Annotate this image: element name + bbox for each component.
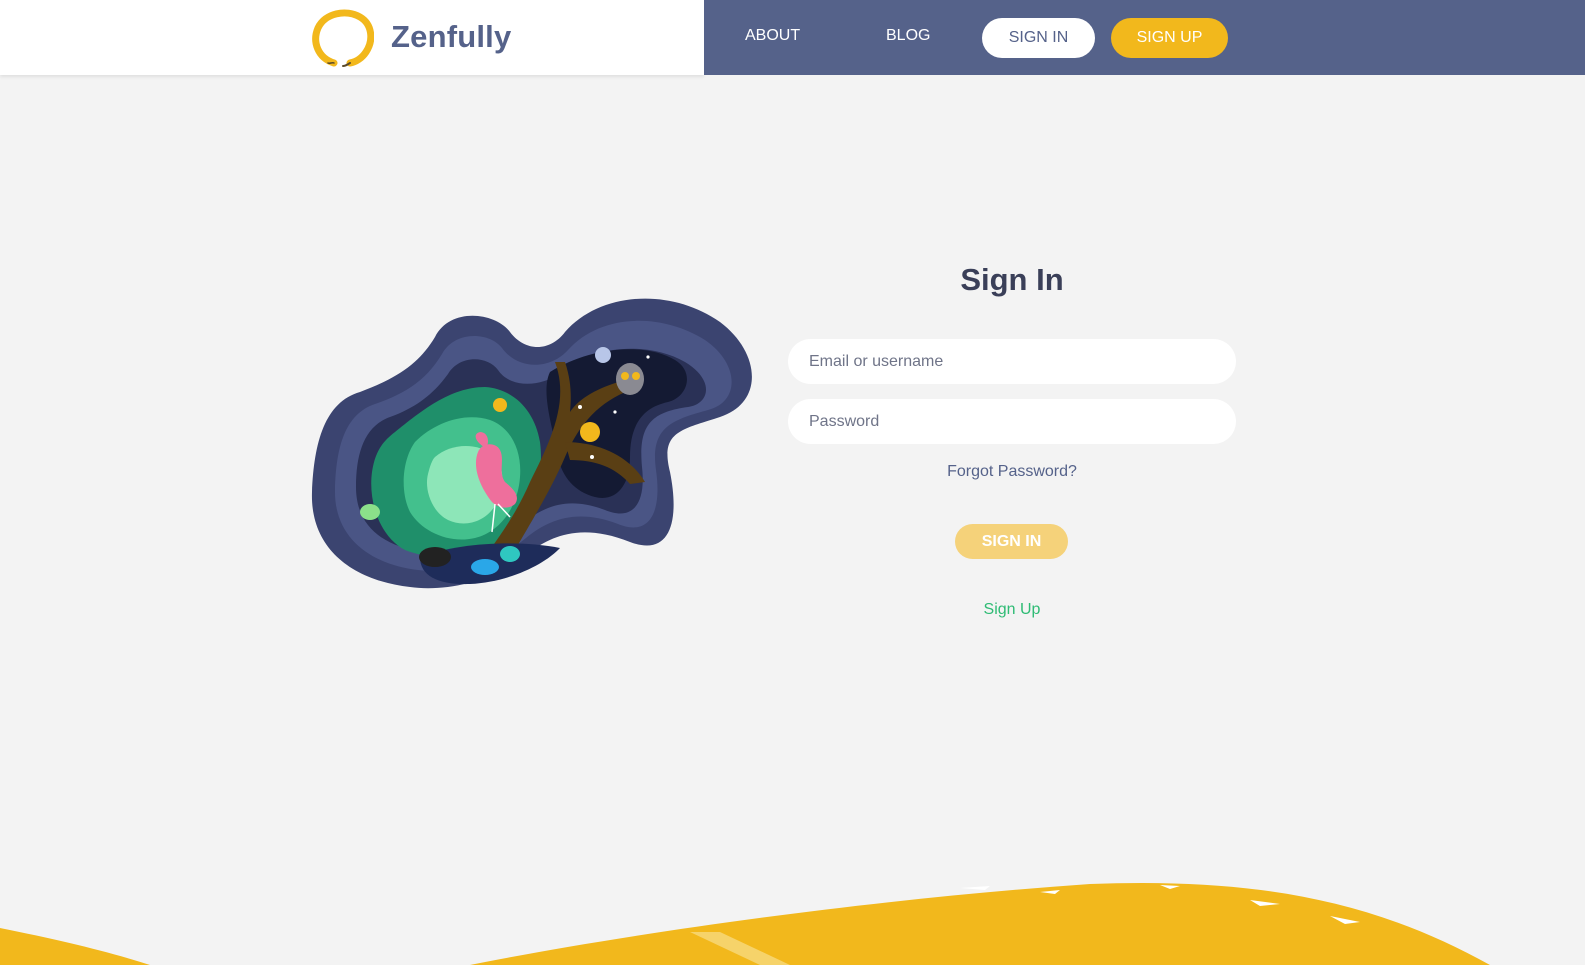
nav-sign-up-button[interactable]: SIGN UP bbox=[1111, 18, 1228, 58]
papercut-forest-illustration bbox=[311, 298, 752, 589]
sign-up-link[interactable]: Sign Up bbox=[790, 601, 1234, 619]
brand[interactable]: Zenfully bbox=[310, 6, 511, 68]
top-navbar: Zenfully ABOUT BLOG SIGN IN SIGN UP bbox=[0, 0, 1585, 75]
sign-in-title: Sign In bbox=[960, 262, 1064, 297]
yellow-brush-wave bbox=[0, 882, 1490, 965]
forgot-password-link[interactable]: Forgot Password? bbox=[790, 463, 1234, 481]
nav-about-link[interactable]: ABOUT bbox=[745, 27, 800, 45]
nav-blog-link[interactable]: BLOG bbox=[886, 27, 930, 45]
brand-name: Zenfully bbox=[391, 19, 512, 54]
email-field[interactable] bbox=[788, 339, 1236, 384]
nav-sign-in-button[interactable]: SIGN IN bbox=[982, 18, 1095, 58]
enso-circle-icon bbox=[312, 9, 374, 67]
sign-in-submit-button[interactable]: SIGN IN bbox=[955, 524, 1068, 559]
password-field[interactable] bbox=[788, 399, 1236, 444]
